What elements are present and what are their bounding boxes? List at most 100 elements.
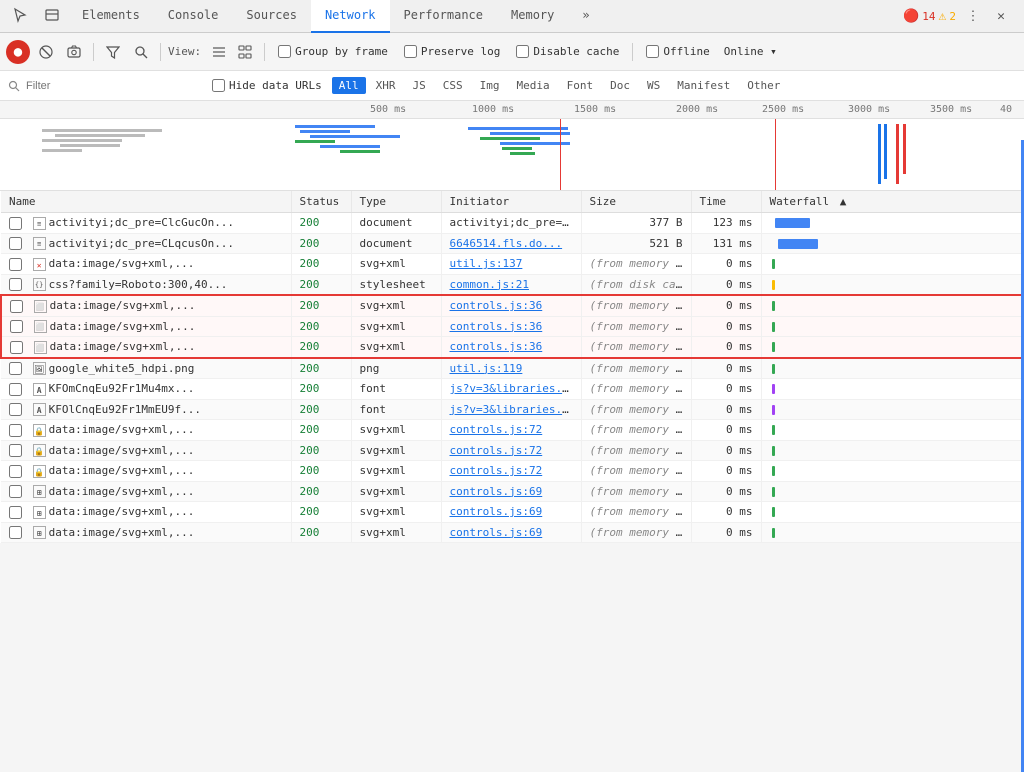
row-checkbox[interactable] bbox=[10, 300, 23, 313]
offline-checkbox[interactable] bbox=[646, 45, 659, 58]
filter-img-button[interactable]: Img bbox=[473, 77, 507, 94]
initiator-link[interactable]: js?v=3&libraries... bbox=[450, 382, 576, 395]
record-button[interactable]: ● bbox=[6, 40, 30, 64]
table-row[interactable]: ✕data:image/svg+xml,... 200 svg+xml util… bbox=[1, 254, 1023, 275]
col-type[interactable]: Type bbox=[351, 191, 441, 213]
initiator-link[interactable]: controls.js:36 bbox=[450, 320, 543, 333]
row-checkbox[interactable] bbox=[9, 278, 22, 291]
table-row[interactable]: ⬜data:image/svg+xml,... 200 svg+xml cont… bbox=[1, 295, 1023, 316]
initiator-link[interactable]: controls.js:69 bbox=[450, 526, 543, 539]
initiator-link[interactable]: controls.js:72 bbox=[450, 464, 543, 477]
preserve-log-checkbox[interactable] bbox=[404, 45, 417, 58]
table-row[interactable]: 🔒data:image/svg+xml,... 200 svg+xml cont… bbox=[1, 461, 1023, 482]
devtools-dock-icon[interactable] bbox=[36, 0, 68, 33]
row-checkbox[interactable] bbox=[9, 362, 22, 375]
filter-manifest-button[interactable]: Manifest bbox=[670, 77, 737, 94]
col-time[interactable]: Time bbox=[691, 191, 761, 213]
offline-label[interactable]: Offline bbox=[663, 45, 709, 58]
row-checkbox[interactable] bbox=[9, 403, 22, 416]
row-checkbox[interactable] bbox=[9, 526, 22, 539]
tab-elements[interactable]: Elements bbox=[68, 0, 154, 33]
initiator-link[interactable]: controls.js:69 bbox=[450, 485, 543, 498]
filter-button[interactable] bbox=[101, 40, 125, 64]
table-row[interactable]: 🖼google_white5_hdpi.png 200 png util.js:… bbox=[1, 358, 1023, 379]
col-status[interactable]: Status bbox=[291, 191, 351, 213]
filter-doc-button[interactable]: Doc bbox=[603, 77, 637, 94]
table-row[interactable]: ⊞data:image/svg+xml,... 200 svg+xml cont… bbox=[1, 481, 1023, 502]
filter-all-button[interactable]: All bbox=[332, 77, 366, 94]
row-checkbox[interactable] bbox=[10, 341, 23, 354]
cell-waterfall bbox=[761, 481, 1023, 502]
table-row[interactable]: ⬜data:image/svg+xml,... 200 svg+xml cont… bbox=[1, 316, 1023, 337]
preserve-log-label[interactable]: Preserve log bbox=[421, 45, 500, 58]
filter-js-button[interactable]: JS bbox=[405, 77, 432, 94]
table-row[interactable]: 🔒data:image/svg+xml,... 200 svg+xml cont… bbox=[1, 440, 1023, 461]
table-row[interactable]: 🔒data:image/svg+xml,... 200 svg+xml cont… bbox=[1, 420, 1023, 441]
cell-time: 0 ms bbox=[691, 420, 761, 441]
col-name[interactable]: Name bbox=[1, 191, 291, 213]
table-row[interactable]: AKFOlCnqEu92Fr1MmEU9f... 200 font js?v=3… bbox=[1, 399, 1023, 420]
filter-media-button[interactable]: Media bbox=[509, 77, 556, 94]
table-row[interactable]: AKFOmCnqEu92Fr1Mu4mx... 200 font js?v=3&… bbox=[1, 379, 1023, 400]
row-checkbox[interactable] bbox=[9, 465, 22, 478]
filter-other-button[interactable]: Other bbox=[740, 77, 787, 94]
filter-input[interactable] bbox=[26, 80, 206, 92]
time-3500: 3500 ms bbox=[930, 104, 972, 115]
table-row[interactable]: ⊞data:image/svg+xml,... 200 svg+xml cont… bbox=[1, 502, 1023, 523]
group-by-frame-checkbox[interactable] bbox=[278, 45, 291, 58]
table-row[interactable]: ≡activityi;dc_pre=ClcGucOn... 200 docume… bbox=[1, 213, 1023, 234]
tab-sources[interactable]: Sources bbox=[232, 0, 311, 33]
row-checkbox[interactable] bbox=[9, 217, 22, 230]
filter-ws-button[interactable]: WS bbox=[640, 77, 667, 94]
col-waterfall[interactable]: Waterfall ▲ bbox=[761, 191, 1023, 213]
row-checkbox[interactable] bbox=[10, 320, 23, 333]
initiator-link[interactable]: controls.js:36 bbox=[450, 299, 543, 312]
close-devtools-button[interactable]: ✕ bbox=[990, 5, 1012, 27]
view-list-button[interactable] bbox=[207, 40, 231, 64]
tab-performance[interactable]: Performance bbox=[390, 0, 497, 33]
initiator-link[interactable]: 6646514.fls.do... bbox=[450, 237, 563, 250]
tab-memory[interactable]: Memory bbox=[497, 0, 568, 33]
hide-data-urls-checkbox[interactable] bbox=[212, 79, 225, 92]
filter-xhr-button[interactable]: XHR bbox=[369, 77, 403, 94]
initiator-link[interactable]: controls.js:72 bbox=[450, 444, 543, 457]
size-value: (from disk cache) bbox=[590, 278, 692, 291]
waterfall-chart-area[interactable] bbox=[0, 119, 1024, 191]
initiator-link[interactable]: controls.js:36 bbox=[450, 340, 543, 353]
row-checkbox[interactable] bbox=[9, 237, 22, 250]
initiator-link[interactable]: controls.js:69 bbox=[450, 505, 543, 518]
search-button[interactable] bbox=[129, 40, 153, 64]
table-row[interactable]: {}css?family=Roboto:300,40... 200 styles… bbox=[1, 274, 1023, 295]
more-options-button[interactable]: ⋮ bbox=[962, 5, 984, 27]
initiator-link[interactable]: js?v=3&libraries... bbox=[450, 403, 576, 416]
table-row[interactable]: ⬜data:image/svg+xml,... 200 svg+xml cont… bbox=[1, 337, 1023, 358]
tab-more[interactable]: » bbox=[568, 0, 603, 33]
camera-button[interactable] bbox=[62, 40, 86, 64]
row-checkbox[interactable] bbox=[9, 424, 22, 437]
col-size[interactable]: Size bbox=[581, 191, 691, 213]
row-checkbox[interactable] bbox=[9, 444, 22, 457]
initiator-link[interactable]: common.js:21 bbox=[450, 278, 529, 291]
tab-console[interactable]: Console bbox=[154, 0, 233, 33]
disable-cache-label[interactable]: Disable cache bbox=[533, 45, 619, 58]
row-checkbox[interactable] bbox=[9, 506, 22, 519]
table-row[interactable]: ⊞data:image/svg+xml,... 200 svg+xml cont… bbox=[1, 522, 1023, 543]
row-checkbox[interactable] bbox=[9, 258, 22, 271]
devtools-cursor-icon[interactable] bbox=[4, 0, 36, 33]
row-checkbox[interactable] bbox=[9, 485, 22, 498]
group-by-frame-label[interactable]: Group by frame bbox=[295, 45, 388, 58]
row-checkbox[interactable] bbox=[9, 383, 22, 396]
tab-network[interactable]: Network bbox=[311, 0, 390, 33]
hide-data-urls-label[interactable]: Hide data URLs bbox=[229, 79, 322, 92]
online-dropdown[interactable]: Online ▾ bbox=[720, 40, 781, 64]
filter-css-button[interactable]: CSS bbox=[436, 77, 470, 94]
initiator-link[interactable]: util.js:119 bbox=[450, 362, 523, 375]
initiator-link[interactable]: controls.js:72 bbox=[450, 423, 543, 436]
stop-button[interactable] bbox=[34, 40, 58, 64]
initiator-link[interactable]: util.js:137 bbox=[450, 257, 523, 270]
col-initiator[interactable]: Initiator bbox=[441, 191, 581, 213]
filter-font-button[interactable]: Font bbox=[560, 77, 601, 94]
disable-cache-checkbox[interactable] bbox=[516, 45, 529, 58]
view-tree-button[interactable] bbox=[233, 40, 257, 64]
table-row[interactable]: ≡activityi;dc_pre=CLqcusOn... 200 docume… bbox=[1, 233, 1023, 254]
